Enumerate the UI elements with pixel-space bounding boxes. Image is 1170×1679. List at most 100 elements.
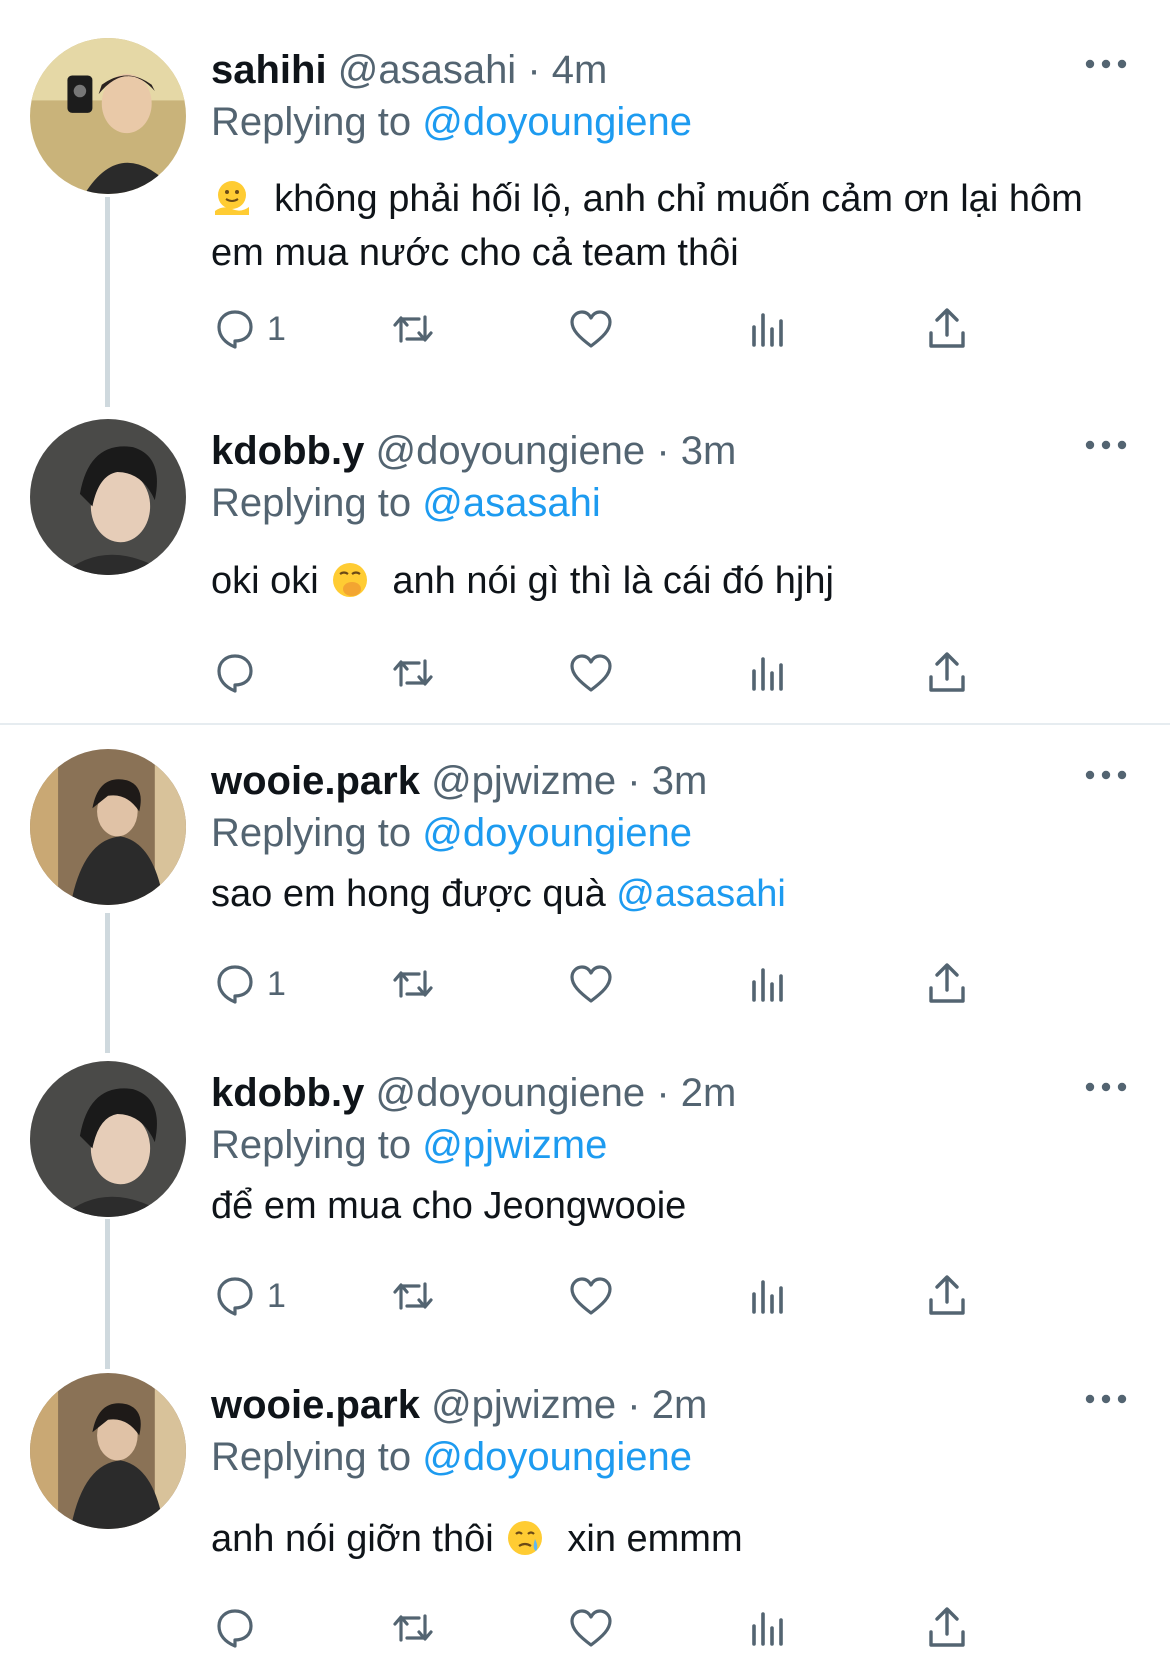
timestamp[interactable]: 3m bbox=[681, 429, 737, 473]
tweet-text-content: anh nói giỡn thôi bbox=[211, 1518, 494, 1560]
like-button[interactable] bbox=[567, 301, 615, 357]
views-button[interactable] bbox=[745, 1600, 793, 1656]
like-icon bbox=[570, 965, 612, 1003]
timestamp[interactable]: 2m bbox=[681, 1071, 737, 1115]
share-icon bbox=[929, 963, 965, 1003]
avatar[interactable] bbox=[30, 1061, 186, 1217]
views-icon bbox=[752, 313, 783, 347]
tweet-text: không phải hối lộ, anh chỉ muốn cảm ơn l… bbox=[211, 172, 1121, 280]
views-icon bbox=[752, 657, 783, 691]
avatar[interactable] bbox=[30, 749, 186, 905]
display-name[interactable]: sahihi bbox=[211, 48, 327, 92]
melting-face-emoji bbox=[211, 177, 253, 219]
share-button[interactable] bbox=[923, 956, 971, 1012]
display-name[interactable]: kdobb.y bbox=[211, 1071, 364, 1115]
views-button[interactable] bbox=[745, 301, 793, 357]
retweet-button[interactable] bbox=[389, 301, 437, 357]
more-icon[interactable] bbox=[1084, 765, 1128, 785]
like-button[interactable] bbox=[567, 645, 615, 701]
retweet-icon bbox=[393, 1282, 433, 1310]
tweet-header: wooie.park @pjwizme · 3m bbox=[211, 755, 707, 807]
replying-prefix: Replying to bbox=[211, 811, 412, 855]
reply-button[interactable]: 1 bbox=[211, 1268, 286, 1324]
crying-face-emoji bbox=[504, 1517, 546, 1559]
reply-count: 1 bbox=[267, 1276, 286, 1315]
like-icon bbox=[570, 310, 612, 348]
share-button[interactable] bbox=[923, 1600, 971, 1656]
user-handle[interactable]: @asasahi bbox=[338, 48, 516, 92]
share-button[interactable] bbox=[923, 1268, 971, 1324]
reply-button[interactable] bbox=[211, 645, 267, 701]
reply-button[interactable]: 1 bbox=[211, 956, 286, 1012]
share-icon bbox=[929, 1275, 965, 1315]
retweet-icon bbox=[393, 659, 433, 687]
retweet-button[interactable] bbox=[389, 956, 437, 1012]
replying-to-mention[interactable]: @pjwizme bbox=[422, 1123, 607, 1167]
display-name[interactable]: wooie.park bbox=[211, 1383, 420, 1427]
thread-line bbox=[105, 197, 110, 407]
replying-to: Replying to @doyoungiene bbox=[211, 96, 692, 148]
tweet-actions bbox=[211, 1600, 1031, 1656]
like-button[interactable] bbox=[567, 1268, 615, 1324]
timestamp[interactable]: 2m bbox=[652, 1383, 708, 1427]
thread-line bbox=[105, 1219, 110, 1369]
more-icon[interactable] bbox=[1084, 1389, 1128, 1409]
tweet-header: kdobb.y @doyoungiene · 3m bbox=[211, 425, 736, 477]
tweet-text: anh nói giỡn thôi xin emmm bbox=[211, 1512, 1121, 1566]
reply-icon bbox=[217, 1609, 253, 1648]
reply-button[interactable]: 1 bbox=[211, 301, 286, 357]
tweet-text-content: sao em hong được quà bbox=[211, 873, 606, 915]
retweet-button[interactable] bbox=[389, 645, 437, 701]
views-button[interactable] bbox=[745, 645, 793, 701]
retweet-button[interactable] bbox=[389, 1600, 437, 1656]
replying-to-mention[interactable]: @asasahi bbox=[422, 481, 600, 525]
replying-to-mention[interactable]: @doyoungiene bbox=[422, 100, 692, 144]
separator-dot: · bbox=[656, 1071, 670, 1115]
replying-prefix: Replying to bbox=[211, 100, 412, 144]
tweet-actions bbox=[211, 645, 1031, 701]
views-icon bbox=[752, 1612, 783, 1646]
replying-to-mention[interactable]: @doyoungiene bbox=[422, 811, 692, 855]
replying-to-mention[interactable]: @doyoungiene bbox=[422, 1435, 692, 1479]
replying-prefix: Replying to bbox=[211, 1123, 412, 1167]
tweet-actions: 1 bbox=[211, 301, 1031, 357]
share-button[interactable] bbox=[923, 645, 971, 701]
separator-dot: · bbox=[627, 759, 641, 803]
more-icon[interactable] bbox=[1084, 1077, 1128, 1097]
tweet-text: để em mua cho Jeongwooie bbox=[211, 1179, 1121, 1233]
user-handle[interactable]: @doyoungiene bbox=[375, 1071, 645, 1115]
retweet-button[interactable] bbox=[389, 1268, 437, 1324]
share-button[interactable] bbox=[923, 301, 971, 357]
like-button[interactable] bbox=[567, 956, 615, 1012]
replying-to: Replying to @pjwizme bbox=[211, 1119, 607, 1171]
avatar[interactable] bbox=[30, 1373, 186, 1529]
reply-button[interactable] bbox=[211, 1600, 267, 1656]
user-handle[interactable]: @doyoungiene bbox=[375, 429, 645, 473]
tweet-text-content: không phải hối lộ, anh chỉ muốn cảm ơn l… bbox=[211, 178, 1083, 274]
thread-line bbox=[105, 913, 110, 1053]
display-name[interactable]: wooie.park bbox=[211, 759, 420, 803]
reply-count: 1 bbox=[267, 309, 286, 348]
share-icon bbox=[929, 1607, 965, 1647]
tweet-header: wooie.park @pjwizme · 2m bbox=[211, 1379, 707, 1431]
more-icon[interactable] bbox=[1084, 435, 1128, 455]
like-icon bbox=[570, 1609, 612, 1647]
more-icon[interactable] bbox=[1084, 54, 1128, 74]
views-button[interactable] bbox=[745, 956, 793, 1012]
views-button[interactable] bbox=[745, 1268, 793, 1324]
display-name[interactable]: kdobb.y bbox=[211, 429, 364, 473]
conversation-divider bbox=[0, 723, 1170, 725]
timestamp[interactable]: 3m bbox=[652, 759, 708, 803]
views-icon bbox=[752, 1280, 783, 1314]
replying-to: Replying to @doyoungiene bbox=[211, 807, 692, 859]
like-button[interactable] bbox=[567, 1600, 615, 1656]
user-handle[interactable]: @pjwizme bbox=[431, 759, 616, 803]
avatar[interactable] bbox=[30, 419, 186, 575]
separator-dot: · bbox=[627, 1383, 641, 1427]
user-handle[interactable]: @pjwizme bbox=[431, 1383, 616, 1427]
timestamp[interactable]: 4m bbox=[552, 48, 608, 92]
text-mention[interactable]: @asasahi bbox=[616, 873, 786, 915]
views-icon bbox=[752, 968, 783, 1002]
share-icon bbox=[929, 652, 965, 692]
avatar[interactable] bbox=[30, 38, 186, 194]
